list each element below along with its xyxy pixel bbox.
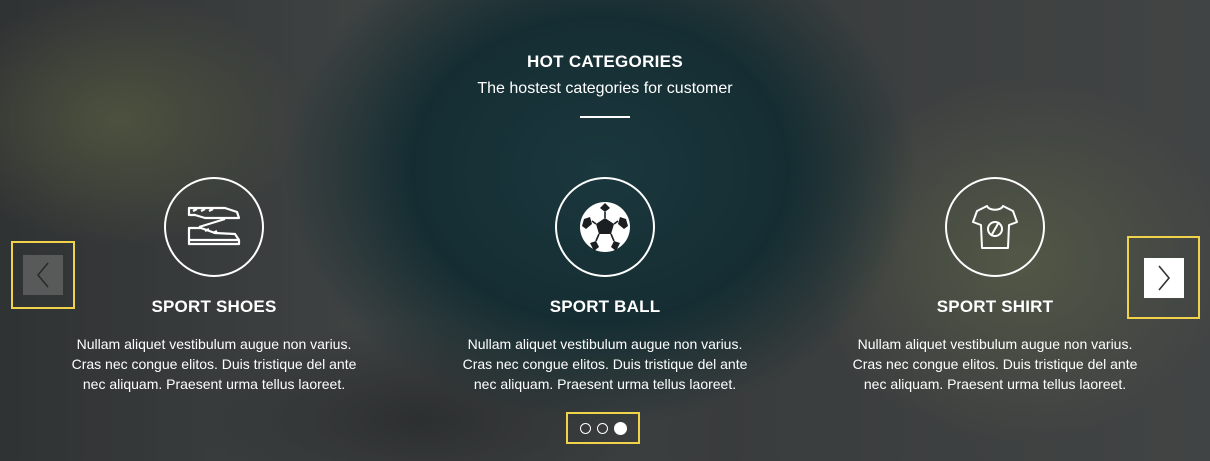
category-title[interactable]: SPORT BALL	[460, 297, 750, 317]
section-subtitle: The hostest categories for customer	[477, 80, 733, 97]
carousel-prev-button[interactable]	[11, 241, 75, 309]
category-icon-circle	[164, 177, 264, 277]
carousel-next-button[interactable]	[1127, 236, 1200, 319]
category-description: Nullam aliquet vestibulum augue non vari…	[852, 336, 1138, 392]
section-title: HOT CATEGORIES	[527, 52, 683, 71]
carousel-pagination	[566, 412, 640, 444]
category-description: Nullam aliquet vestibulum augue non vari…	[71, 336, 357, 392]
pagination-dot-3-active[interactable]	[613, 421, 627, 435]
shoes-icon	[187, 206, 241, 246]
soccer-ball-icon	[580, 202, 630, 252]
chevron-left-icon	[36, 262, 49, 288]
category-item-sport-shirt[interactable]: SPORT SHIRT Nullam aliquet vestibulum au…	[850, 177, 1140, 394]
category-icon-circle	[945, 177, 1045, 277]
shirt-icon	[972, 205, 1018, 249]
hot-categories-section: HOT CATEGORIES The hostest categories fo…	[0, 0, 1210, 461]
category-item-sport-ball[interactable]: SPORT BALL Nullam aliquet vestibulum aug…	[460, 177, 750, 394]
next-button-face[interactable]	[1143, 257, 1184, 298]
section-header: HOT CATEGORIES The hostest categories fo…	[0, 52, 1210, 118]
chevron-right-icon	[1157, 264, 1170, 291]
category-description: Nullam aliquet vestibulum augue non vari…	[462, 336, 748, 392]
category-icon-circle	[555, 177, 655, 277]
category-item-sport-shoes[interactable]: SPORT SHOES Nullam aliquet vestibulum au…	[69, 177, 359, 394]
title-divider	[580, 116, 630, 118]
prev-button-face[interactable]	[23, 255, 63, 295]
pagination-dot-1[interactable]	[579, 422, 591, 434]
pagination-dot-2[interactable]	[596, 422, 608, 434]
category-title[interactable]: SPORT SHIRT	[850, 297, 1140, 317]
category-title[interactable]: SPORT SHOES	[69, 297, 359, 317]
